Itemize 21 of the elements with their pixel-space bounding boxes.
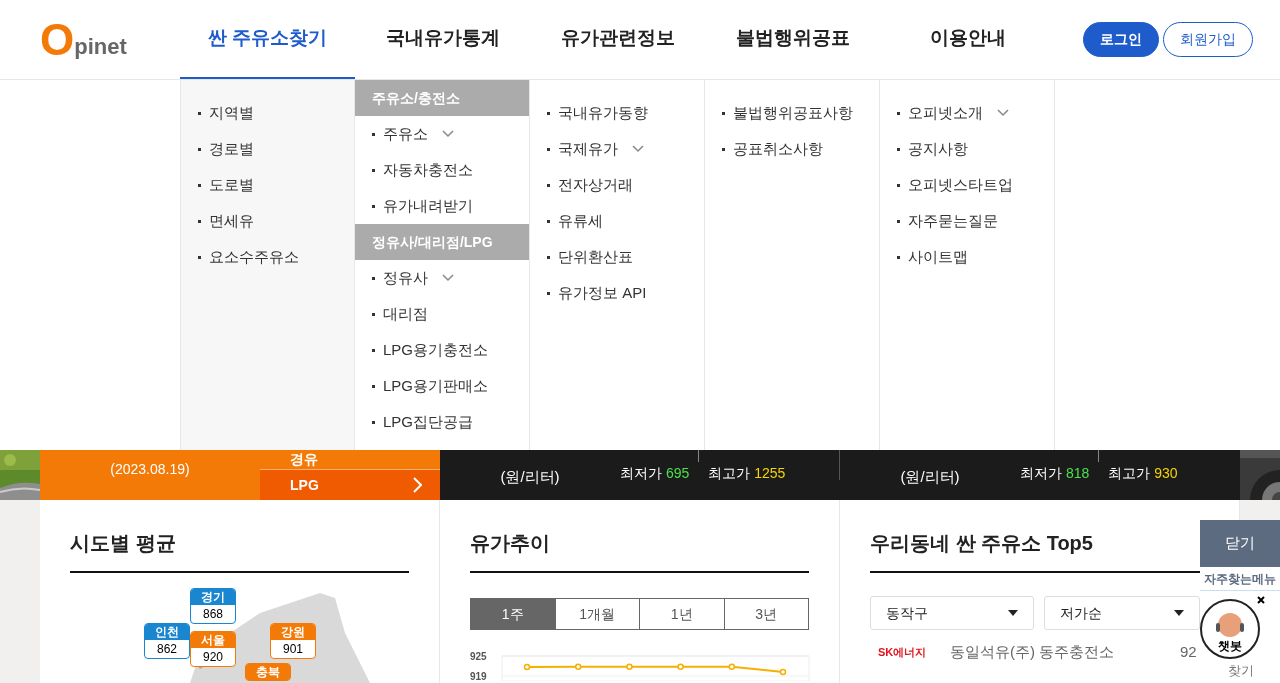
map-marker: 서울 920: [190, 631, 236, 667]
axis-tick-label: 925: [470, 651, 487, 662]
station-price: 92: [1180, 641, 1197, 662]
brand-logo: SK에너지: [877, 644, 928, 660]
map-marker: 경기 868: [190, 588, 236, 624]
quick-menu-title: 자주찾는메뉴: [1200, 567, 1280, 591]
unit-text: (원/리터): [500, 467, 560, 487]
axis-tick-label: 919: [470, 671, 487, 681]
section-title: 시도별 평균: [70, 528, 409, 573]
map-marker: 충북: [245, 663, 291, 681]
min-price: 최저가 695: [620, 464, 690, 483]
section-title: 유가추이: [470, 528, 809, 573]
unit-text: (원/리터): [900, 467, 960, 487]
map-marker: 인천 862: [144, 623, 190, 659]
min-price: 최저가 818: [1020, 464, 1090, 483]
menu-section-header: 주유소/충전소: [355, 80, 529, 116]
menu-section-header: 정유사/대리점/LPG: [355, 224, 529, 260]
map-marker: 강원 901: [270, 623, 316, 659]
max-price: 최고가 930: [1108, 464, 1178, 483]
max-price: 최고가 1255: [708, 464, 786, 483]
date-text: (2023.08.19): [110, 460, 190, 479]
